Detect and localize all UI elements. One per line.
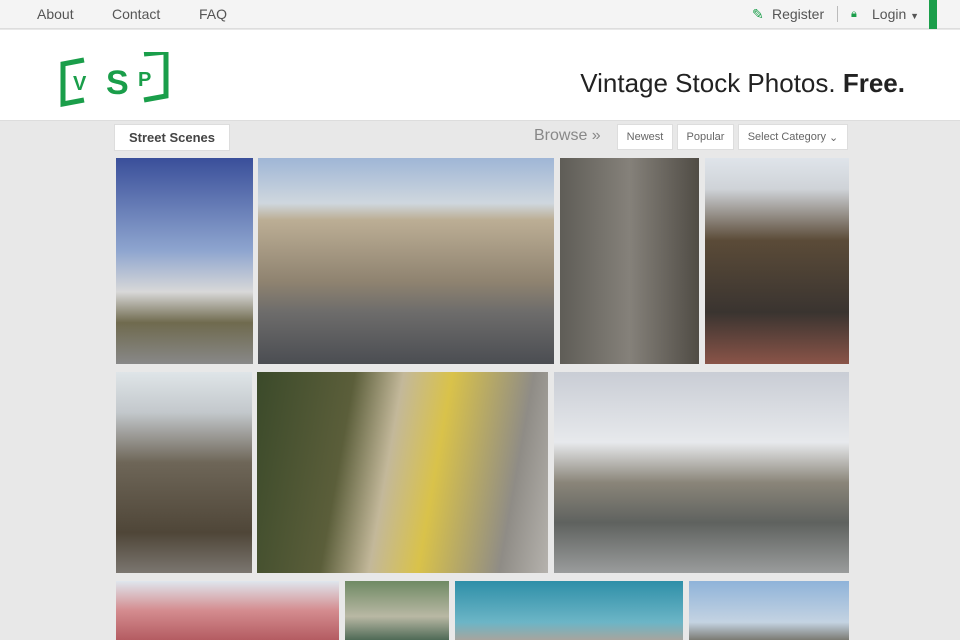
- category-title: Street Scenes: [114, 124, 230, 151]
- nav-about[interactable]: About: [37, 6, 74, 22]
- photo-monument[interactable]: [689, 581, 849, 640]
- photo-pink-building[interactable]: [116, 581, 339, 640]
- photo-gothic-hall[interactable]: [116, 372, 252, 573]
- popular-button[interactable]: Popular: [677, 124, 734, 150]
- select-category-dropdown[interactable]: Select Category ⌄: [738, 124, 848, 150]
- photo-narrow-street[interactable]: [560, 158, 699, 364]
- pencil-icon: ✎: [752, 6, 764, 22]
- select-category-label: Select Category: [747, 131, 826, 143]
- caret-down-icon: ▼: [910, 11, 920, 21]
- photo-arch-gate[interactable]: [258, 158, 554, 364]
- newest-button[interactable]: Newest: [617, 124, 673, 150]
- photo-blue-sky[interactable]: [455, 581, 683, 640]
- header: V S P Vintage Stock Photos. Free.: [0, 30, 960, 121]
- tagline: Vintage Stock Photos. Free.: [580, 68, 905, 99]
- photo-city-square[interactable]: [705, 158, 849, 364]
- photo-yellow-van[interactable]: [257, 372, 548, 573]
- photo-balconies[interactable]: [345, 581, 449, 640]
- lock-icon: 🔒︎: [851, 8, 857, 20]
- login-link[interactable]: Login ▼: [872, 6, 919, 22]
- nav-contact[interactable]: Contact: [112, 6, 160, 22]
- login-label: Login: [872, 6, 907, 22]
- accent-bar: [929, 0, 937, 29]
- tagline-bold: Free.: [842, 68, 905, 98]
- svg-text:P: P: [138, 69, 151, 91]
- photo-church-tower[interactable]: [116, 158, 253, 364]
- register-link[interactable]: Register: [772, 6, 824, 22]
- nav-faq[interactable]: FAQ: [199, 6, 227, 22]
- photo-checkpoint[interactable]: [554, 372, 849, 573]
- divider: [837, 6, 838, 22]
- top-bar: About Contact FAQ ✎ Register 🔒︎ Login ▼: [0, 0, 960, 29]
- svg-text:V: V: [73, 73, 87, 95]
- tagline-main: Vintage Stock Photos.: [580, 68, 836, 98]
- svg-text:S: S: [106, 64, 129, 102]
- browse-label: Browse »: [534, 127, 601, 144]
- chevron-down-icon: ⌄: [829, 131, 839, 144]
- vsp-logo[interactable]: V S P: [60, 52, 170, 108]
